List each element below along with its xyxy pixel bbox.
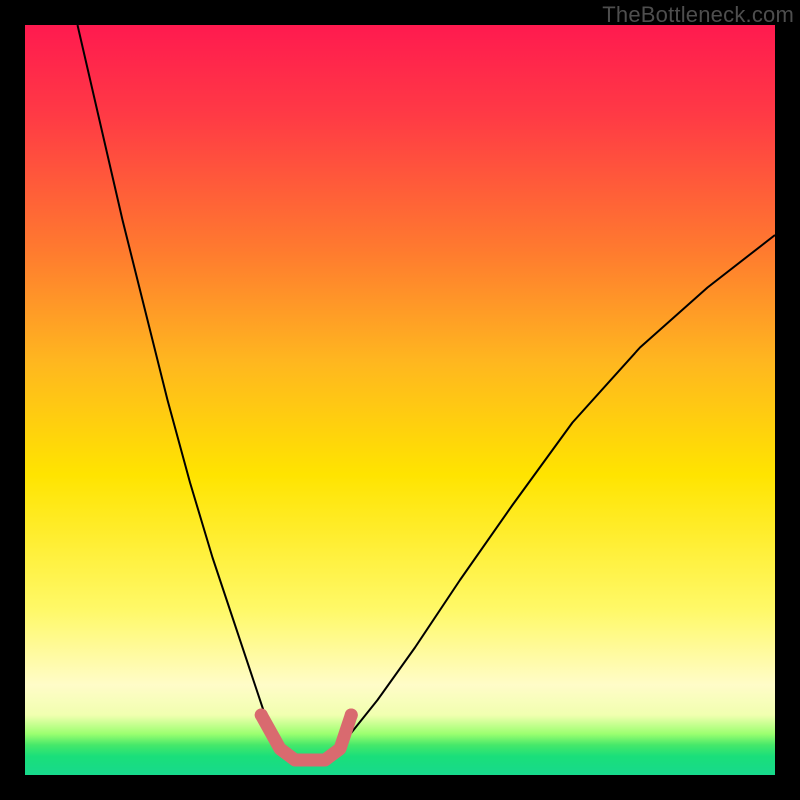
plot-area [25,25,775,775]
curves-svg [25,25,775,775]
series-trough-marker-dot [255,709,268,722]
series-left-branch [78,25,296,760]
series-right-branch [325,235,775,760]
series-trough-marker-dot [345,709,358,722]
watermark-text: TheBottleneck.com [602,2,794,28]
series-trough-marker [261,715,351,760]
chart-frame: TheBottleneck.com [0,0,800,800]
